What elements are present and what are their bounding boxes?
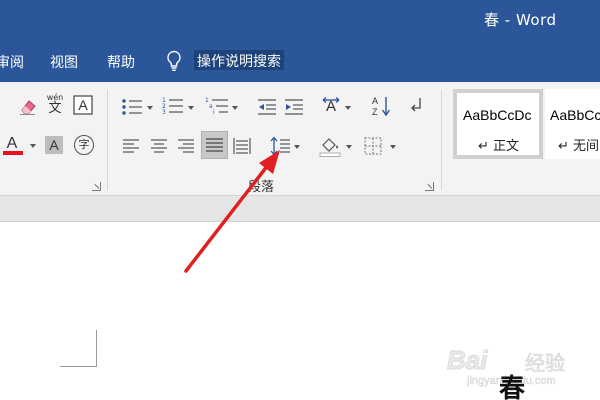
numbering-icon[interactable]: 123 [162, 96, 184, 116]
shading-icon[interactable] [319, 135, 341, 157]
tab-review[interactable]: 审阅 [0, 52, 24, 72]
font-color-icon[interactable]: A [3, 134, 23, 156]
tab-help[interactable]: 帮助 [107, 52, 135, 72]
ruler-strip [0, 196, 600, 222]
show-marks-icon[interactable] [408, 96, 424, 114]
justify-icon[interactable] [206, 138, 223, 154]
borders-icon[interactable] [364, 137, 382, 155]
increase-indent-icon[interactable] [284, 98, 304, 116]
page-corner-mark [60, 366, 97, 367]
line-spacing-icon[interactable] [270, 136, 290, 156]
menu-bar: 审阅 视图 帮助 操作说明搜索 [0, 38, 600, 82]
window-title: 春 - Word [484, 11, 557, 29]
align-left-icon[interactable] [123, 139, 139, 153]
paragraph-group-label: 段落 [248, 180, 275, 195]
ribbon: wén 文 A A A 字 123 1ai A AZ 段落 AaBbCcDc ↵… [0, 82, 600, 196]
lightbulb-icon[interactable] [166, 50, 182, 72]
paragraph-dialog-launcher[interactable] [425, 182, 434, 191]
asian-layout-dropdown[interactable] [345, 106, 351, 110]
group-separator [107, 90, 108, 190]
svg-text:A: A [372, 96, 378, 106]
enclose-char-icon[interactable]: 字 [74, 135, 94, 155]
phonetic-bottom: 文 [48, 101, 62, 116]
svg-text:A: A [78, 97, 88, 113]
center-icon[interactable] [151, 139, 167, 153]
font-color-dropdown[interactable] [30, 144, 36, 148]
svg-text:Z: Z [372, 107, 378, 117]
style-normal-name: ↵ 正文 [478, 139, 520, 154]
watermark-brand-cn: 经验 [525, 351, 566, 376]
align-right-icon[interactable] [178, 139, 194, 153]
font-dialog-launcher[interactable] [92, 182, 101, 191]
title-bar: 春 - Word [0, 0, 600, 38]
char-shading-icon[interactable]: A [44, 135, 64, 155]
asian-layout-icon[interactable]: A [320, 96, 342, 116]
style-normal-sample: AaBbCcDc [463, 107, 532, 123]
distributed-icon[interactable] [233, 137, 251, 155]
sort-icon[interactable]: AZ [371, 95, 391, 117]
watermark-brand: Bai [446, 345, 488, 376]
borders-dropdown[interactable] [390, 145, 396, 149]
page-corner-mark [96, 330, 97, 367]
group-separator [441, 90, 442, 190]
char-border-icon[interactable]: A [73, 95, 93, 115]
svg-text:3: 3 [162, 109, 166, 116]
tell-me-search[interactable]: 操作说明搜索 [194, 50, 284, 70]
svg-text:i: i [213, 109, 215, 116]
multilevel-dropdown[interactable] [232, 106, 238, 110]
decrease-indent-icon[interactable] [257, 98, 277, 116]
style-no-spacing-name: ↵ 无间 [558, 139, 600, 154]
style-normal[interactable]: AaBbCcDc ↵ 正文 [453, 89, 543, 159]
phonetic-guide-icon[interactable]: wén 文 [45, 93, 65, 116]
style-no-spacing-sample: AaBbCcDc [550, 107, 600, 123]
bullets-icon[interactable] [121, 98, 143, 116]
svg-text:A: A [49, 137, 59, 153]
svg-text:A: A [7, 135, 18, 152]
bullets-dropdown[interactable] [147, 106, 153, 110]
numbering-dropdown[interactable] [188, 106, 194, 110]
document-text[interactable]: 春 [499, 368, 525, 400]
multilevel-list-icon[interactable]: 1ai [205, 96, 229, 116]
eraser-icon[interactable] [18, 96, 38, 116]
line-spacing-dropdown[interactable] [294, 145, 300, 149]
style-no-spacing[interactable]: AaBbCcDc ↵ 无间 [545, 89, 600, 159]
shading-dropdown[interactable] [346, 145, 352, 149]
tab-view[interactable]: 视图 [50, 52, 78, 72]
